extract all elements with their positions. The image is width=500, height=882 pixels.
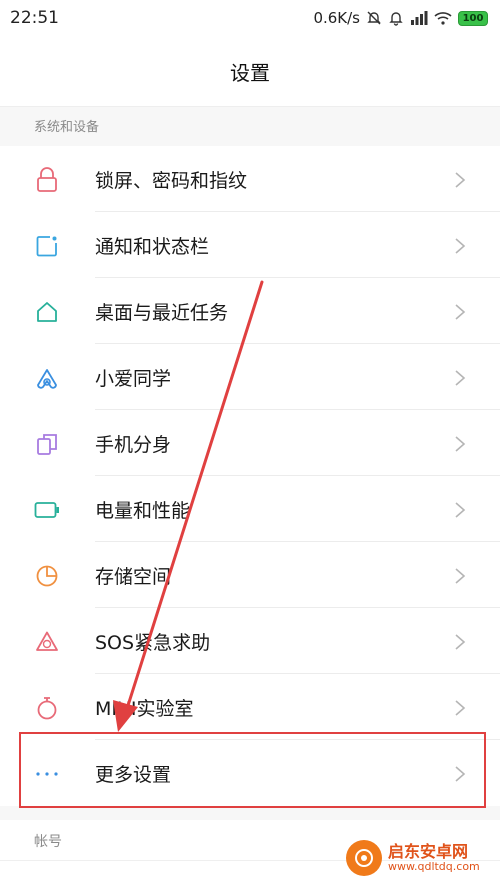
watermark-url: www.qdltdq.com (388, 859, 480, 873)
status-time: 22:51 (10, 8, 59, 28)
chevron-right-icon (455, 436, 466, 452)
watermark-name: 启东安卓网 (388, 842, 469, 862)
dual-space-icon (34, 431, 60, 457)
settings-item-label: 通知和状态栏 (95, 235, 210, 258)
settings-item-label: 小爱同学 (95, 367, 172, 390)
chevron-right-icon (455, 238, 466, 254)
section-title: 系统和设备 (34, 120, 100, 135)
header: 设置 (0, 36, 500, 106)
chevron-right-icon (455, 634, 466, 650)
xiaoai-icon (34, 365, 60, 391)
settings-item-label: MIUI实验室 (95, 697, 194, 720)
settings-item-notifications[interactable]: 通知和状态栏 (0, 212, 500, 278)
home-icon (34, 299, 60, 325)
settings-item-dual-space[interactable]: 手机分身 (0, 410, 500, 476)
watermark: 启东安卓网 www.qdltdq.com (346, 836, 496, 880)
settings-item-label: 存储空间 (95, 565, 172, 588)
section-gap (0, 806, 500, 820)
chevron-right-icon (455, 172, 466, 188)
settings-item-label: 电量和性能 (95, 499, 191, 522)
storage-pie-icon (34, 563, 60, 589)
settings-item-xiaoai[interactable]: 小爱同学 (0, 344, 500, 410)
settings-item-label: 锁屏、密码和指纹 (95, 169, 248, 192)
wifi-icon (434, 11, 452, 25)
settings-item-lab[interactable]: MIUI实验室 (0, 674, 500, 740)
status-icons: 0.6K/s 100 (313, 9, 488, 27)
chevron-right-icon (455, 370, 466, 386)
watermark-logo-icon (346, 840, 382, 876)
highlight-box (19, 732, 486, 808)
lab-icon (34, 695, 60, 721)
settings-item-sos[interactable]: SOS紧急求助 (0, 608, 500, 674)
settings-list: 锁屏、密码和指纹 通知和状态栏 桌面与最近任务 小爱同学 手机分身 电量和性能 … (0, 146, 500, 806)
status-bar: 22:51 0.6K/s 100 (0, 0, 500, 36)
net-speed: 0.6K/s (313, 9, 360, 27)
battery-icon: 100 (458, 10, 488, 26)
settings-item-storage[interactable]: 存储空间 (0, 542, 500, 608)
chevron-right-icon (455, 700, 466, 716)
settings-item-label: 桌面与最近任务 (95, 301, 229, 324)
chevron-right-icon (455, 502, 466, 518)
page-title: 设置 (230, 60, 270, 85)
section-title: 帐号 (34, 834, 62, 850)
settings-item-label: SOS紧急求助 (95, 631, 211, 654)
sos-icon (34, 629, 60, 655)
settings-item-home[interactable]: 桌面与最近任务 (0, 278, 500, 344)
alarm-icon (388, 10, 404, 26)
settings-item-label: 手机分身 (95, 433, 172, 456)
settings-item-lock[interactable]: 锁屏、密码和指纹 (0, 146, 500, 212)
signal-icon (410, 11, 428, 25)
settings-item-battery[interactable]: 电量和性能 (0, 476, 500, 542)
chevron-right-icon (455, 304, 466, 320)
chevron-right-icon (455, 568, 466, 584)
lock-icon (34, 167, 60, 193)
section-header-system: 系统和设备 (0, 106, 500, 146)
battery-outline-icon (34, 497, 60, 523)
notification-icon (34, 233, 60, 259)
mute-icon (366, 10, 382, 26)
